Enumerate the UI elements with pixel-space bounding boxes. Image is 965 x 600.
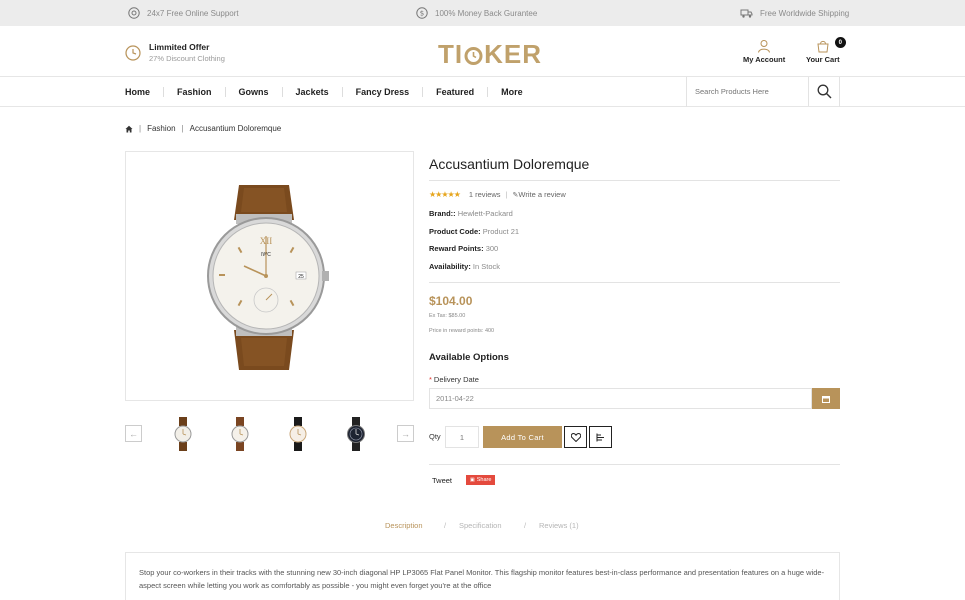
heart-icon <box>570 432 581 442</box>
ex-tax: Ex Tax: $85.00 <box>429 313 466 319</box>
cart-count-badge: 0 <box>834 37 846 48</box>
support-item: 24x7 Free Online Support <box>128 0 239 26</box>
product-code-row: Product Code: Product 21 <box>429 227 520 236</box>
thumbnail[interactable] <box>168 417 198 451</box>
share-button[interactable]: ▣ Share <box>466 475 496 485</box>
reviews-link[interactable]: 1 reviews <box>469 190 501 199</box>
money-back-item: $ 100% Money Back Gurantee <box>416 0 537 26</box>
my-account-label: My Account <box>743 55 786 64</box>
star-rating: ★★★★★ <box>429 190 461 199</box>
svg-text:$: $ <box>420 10 424 18</box>
brand-row: Brand:: Hewlett-Packard <box>429 209 513 218</box>
nav-item-gowns[interactable]: Gowns <box>224 87 282 97</box>
product-price: $104.00 <box>429 294 473 308</box>
rating-row: ★★★★★ 1 reviews | ✎ Write a review <box>429 190 566 199</box>
brand-value[interactable]: Hewlett-Packard <box>458 209 513 218</box>
watch-thumb-image <box>231 417 249 451</box>
availability-row: Availability: In Stock <box>429 262 501 271</box>
nav-item-more[interactable]: More <box>487 87 536 97</box>
svg-text:25: 25 <box>298 274 304 280</box>
offer-subtitle: 27% Discount Clothing <box>149 54 225 63</box>
truck-icon <box>740 9 753 18</box>
logo-clock-icon <box>464 47 483 65</box>
shipping-text: Free Worldwide Shipping <box>760 8 850 18</box>
tab-specification[interactable]: Specification <box>459 521 502 530</box>
thumbnail[interactable] <box>341 417 371 451</box>
tab-description[interactable]: Description <box>385 521 423 530</box>
product-title: Accusantium Doloremque <box>429 156 590 172</box>
money-back-text: 100% Money Back Gurantee <box>435 8 538 18</box>
breadcrumb: | Fashion | Accusantium Doloremque <box>125 124 281 133</box>
compare-button[interactable] <box>589 426 612 448</box>
reward-price: Price in reward points: 400 <box>429 328 495 334</box>
tab-reviews[interactable]: Reviews (1) <box>539 521 579 530</box>
search-input[interactable] <box>687 77 809 106</box>
calendar-button[interactable] <box>812 388 840 409</box>
divider <box>429 282 840 283</box>
logo-text-post: KER <box>484 39 543 69</box>
delivery-date-input[interactable]: 2011-04-22 <box>429 388 812 409</box>
support-icon <box>128 7 140 19</box>
options-title: Available Options <box>429 352 509 363</box>
divider <box>429 180 840 181</box>
dollar-icon: $ <box>416 7 428 19</box>
offer-block[interactable]: Limmited Offer 27% Discount Clothing <box>125 42 225 63</box>
nav-item-home[interactable]: Home <box>125 87 163 97</box>
nav-item-featured[interactable]: Featured <box>422 87 487 97</box>
calendar-icon <box>822 395 830 403</box>
breadcrumb-product[interactable]: Accusantium Doloremque <box>190 124 282 133</box>
thumbnail-strip: ← → <box>125 417 414 451</box>
watch-thumb-image <box>347 417 365 451</box>
clock-icon <box>125 45 141 61</box>
description-panel: Stop your co-workers in their tracks wit… <box>125 552 840 600</box>
arrow-right-icon: → <box>401 428 410 439</box>
product-tabs: Description / Specification / Reviews (1… <box>385 521 579 530</box>
product-main-image[interactable]: XII IWC 25 <box>125 151 414 401</box>
cart-label: Your Cart <box>806 55 840 64</box>
top-bar: 24x7 Free Online Support $ 100% Money Ba… <box>0 0 965 26</box>
thumbnail[interactable] <box>225 417 255 451</box>
share-icon: ▣ <box>470 477 475 483</box>
wishlist-button[interactable] <box>564 426 587 448</box>
nav-item-fancy-dress[interactable]: Fancy Dress <box>341 87 423 97</box>
nav-item-jackets[interactable]: Jackets <box>281 87 342 97</box>
nav-item-fashion[interactable]: Fashion <box>163 87 225 97</box>
delivery-date-label: * Delivery Date <box>429 375 479 384</box>
breadcrumb-fashion[interactable]: Fashion <box>147 124 175 133</box>
compare-icon <box>596 433 604 441</box>
header: Limmited Offer 27% Discount Clothing TI K… <box>0 26 965 77</box>
tweet-button[interactable]: Tweet <box>432 476 452 485</box>
my-account-button[interactable]: My Account <box>743 39 785 64</box>
search-button[interactable] <box>808 77 839 106</box>
reward-points-row: Reward Points: 300 <box>429 244 499 253</box>
thumb-next-button[interactable]: → <box>397 425 414 442</box>
logo[interactable]: TI KER <box>438 39 542 70</box>
arrow-left-icon: ← <box>129 428 138 439</box>
logo-text-pre: TI <box>438 39 464 69</box>
watch-thumb-image <box>174 417 192 451</box>
support-text: 24x7 Free Online Support <box>147 8 239 18</box>
cart-button[interactable]: 0 Your Cart <box>806 37 846 64</box>
main-nav: Home Fashion Gowns Jackets Fancy Dress F… <box>0 77 965 107</box>
search-icon <box>817 84 832 99</box>
qty-input[interactable]: 1 <box>445 426 479 448</box>
divider <box>429 464 840 465</box>
offer-title: Limmited Offer <box>149 42 210 52</box>
write-review-link[interactable]: Write a review <box>518 190 565 199</box>
watch-thumb-image <box>289 417 307 451</box>
cart-icon <box>817 40 829 53</box>
thumb-prev-button[interactable]: ← <box>125 425 142 442</box>
thumbnail[interactable] <box>283 417 313 451</box>
product-info: Accusantium Doloremque ★★★★★ 1 reviews |… <box>429 151 840 485</box>
description-text: Stop your co-workers in their tracks wit… <box>139 568 825 590</box>
search-box <box>686 77 840 107</box>
qty-label: Qty <box>429 432 441 441</box>
home-icon[interactable] <box>125 125 133 133</box>
watch-image: XII IWC 25 <box>207 185 329 370</box>
user-icon <box>758 40 771 53</box>
add-to-cart-button[interactable]: Add To Cart <box>483 426 562 448</box>
shipping-item: Free Worldwide Shipping <box>739 0 849 26</box>
